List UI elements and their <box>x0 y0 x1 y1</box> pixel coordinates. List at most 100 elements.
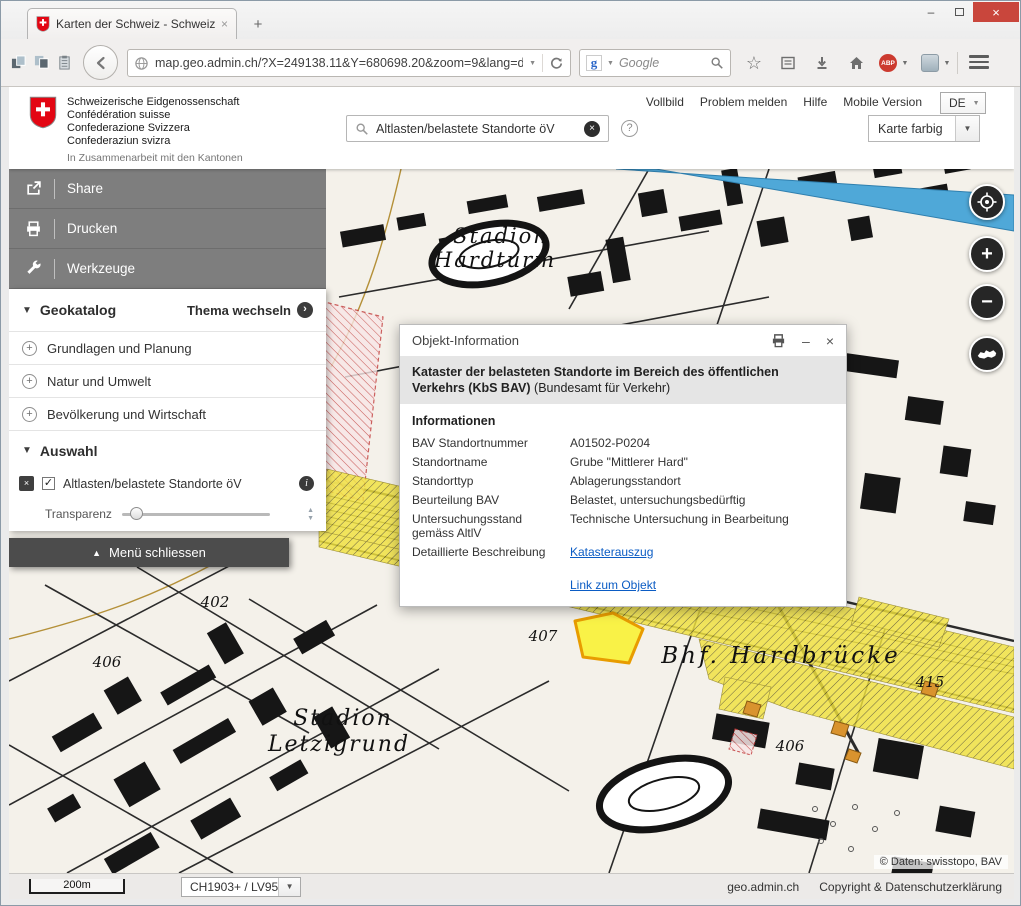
new-tab-button[interactable]: + <box>245 13 271 35</box>
tab-close-icon[interactable]: × <box>221 17 228 31</box>
object-link[interactable]: Link zum Objekt <box>570 578 656 592</box>
layer-reorder-buttons[interactable]: ▲ ▼ <box>307 507 314 522</box>
layer-info-icon[interactable]: i <box>299 476 314 491</box>
search-clear-icon[interactable]: × <box>584 121 600 137</box>
expand-plus-icon: + <box>22 341 37 356</box>
layer-remove-button[interactable]: × <box>19 476 34 491</box>
link-mobile-version[interactable]: Mobile Version <box>843 95 922 109</box>
selection-header[interactable]: ▼ Auswahl <box>9 430 326 470</box>
link-vollbild[interactable]: Vollbild <box>646 95 684 109</box>
browser-window: Karten der Schweiz - Schweize... × + – × <box>0 0 1021 906</box>
geocatalog-title: Geokatalog <box>40 302 187 318</box>
catalog-item-bevoelkerung[interactable]: + Bevölkerung und Wirtschaft <box>9 397 326 430</box>
popup-header[interactable]: Objekt-Information – × <box>400 325 846 356</box>
info-value: A01502-P0204 <box>570 436 834 450</box>
bookmarks-menu-icon[interactable] <box>777 52 799 74</box>
swiss-coat-of-arms <box>29 96 57 129</box>
url-text[interactable]: map.geo.admin.ch/?X=249138.11&Y=680698.2… <box>155 56 523 70</box>
engine-dropdown-icon[interactable]: ▼ <box>607 60 614 67</box>
layer-checkbox[interactable]: ✓ <box>42 477 55 490</box>
info-label: Standorttyp <box>412 474 564 488</box>
share-button[interactable]: Share <box>9 169 326 209</box>
catalog-panel: ▼ Geokatalog Thema wechseln › + Grundlag… <box>9 289 326 531</box>
search-help-icon[interactable]: ? <box>621 120 638 137</box>
close-menu-button[interactable]: ▲ Menü schliessen <box>9 538 289 567</box>
extension-dropdown-icon[interactable]: ▼ <box>941 52 953 74</box>
map-label-406b: 406 <box>775 737 805 755</box>
downloads-icon[interactable] <box>811 52 833 74</box>
catalog-item-grundlagen[interactable]: + Grundlagen und Planung <box>9 331 326 364</box>
popup-close-button[interactable]: × <box>826 333 834 349</box>
link-problem-melden[interactable]: Problem melden <box>700 95 787 109</box>
reorder-down-icon[interactable]: ▼ <box>307 515 314 522</box>
info-value: Link zum Objekt <box>570 578 834 592</box>
url-bar[interactable]: map.geo.admin.ch/?X=249138.11&Y=680698.2… <box>127 49 571 77</box>
bookmarks-list-icon <box>780 55 796 71</box>
tools-label: Werkzeuge <box>67 261 135 276</box>
window-controls: – × <box>917 2 1019 22</box>
geoadmin-link[interactable]: geo.admin.ch <box>727 880 799 894</box>
zoom-in-button[interactable]: + <box>969 236 1005 272</box>
change-theme-link[interactable]: Thema wechseln › <box>187 302 313 318</box>
footer-bar: 200m CH1903+ / LV95 ▼ geo.admin.ch Copyr… <box>9 873 1014 899</box>
katasterauszug-link[interactable]: Katasterauszug <box>570 545 653 559</box>
print-button[interactable]: Drucken <box>9 209 326 249</box>
zoom-out-button[interactable]: − <box>969 284 1005 320</box>
home-icon[interactable] <box>845 52 867 74</box>
back-button[interactable] <box>83 45 118 80</box>
header-links: Vollbild Problem melden Hilfe Mobile Ver… <box>646 95 922 109</box>
map-search-value[interactable]: Altlasten/belastete Standorte öV <box>376 122 577 136</box>
popup-minimize-button[interactable]: – <box>802 333 810 349</box>
logo-line-de: Schweizerische Eidgenossenschaft <box>67 96 239 109</box>
tools-button[interactable]: Werkzeuge <box>9 249 326 289</box>
close-menu-label: Menü schliessen <box>109 545 206 560</box>
google-engine-icon[interactable]: g <box>586 55 602 71</box>
theme-arrow-icon: › <box>297 302 313 318</box>
window-close-button[interactable]: × <box>973 2 1019 22</box>
logo-line-fr: Confédération suisse <box>67 109 239 122</box>
urlbar-dropdown-icon[interactable]: ▼ <box>529 60 536 67</box>
popup-print-button[interactable] <box>771 333 786 348</box>
menu-hamburger-icon[interactable] <box>969 55 989 69</box>
bookmark-star-icon[interactable]: ☆ <box>743 52 765 74</box>
catalog-item-natur[interactable]: + Natur und Umwelt <box>9 364 326 397</box>
printer-icon <box>25 220 42 237</box>
copyright-link[interactable]: Copyright & Datenschutzerklärung <box>819 880 1002 894</box>
map-attribution: © Daten: swisstopo, BAV <box>874 855 1008 869</box>
geolocate-icon <box>977 192 997 212</box>
ext-toolbar-icon-1[interactable] <box>11 55 26 70</box>
ext-toolbar-icon-3[interactable] <box>57 55 72 70</box>
language-select[interactable]: DE ▼ <box>940 92 986 114</box>
sidebar: Share Drucken Werkzeuge ▼ Geokat <box>9 169 326 567</box>
map-label-402: 402 <box>200 593 230 611</box>
search-placeholder[interactable]: Google <box>619 56 705 70</box>
reorder-up-icon[interactable]: ▲ <box>307 507 314 514</box>
link-hilfe[interactable]: Hilfe <box>803 95 827 109</box>
abp-badge: ABP <box>879 54 897 72</box>
reload-icon[interactable] <box>549 56 564 71</box>
adblock-dropdown-icon[interactable]: ▼ <box>899 52 911 74</box>
map-style-select[interactable]: Karte farbig ▼ <box>868 115 980 142</box>
change-theme-label: Thema wechseln <box>187 303 291 318</box>
geolocate-button[interactable] <box>969 184 1005 220</box>
slider-thumb[interactable] <box>130 507 143 520</box>
adblock-icon[interactable]: ABP <box>877 52 899 74</box>
ext-toolbar-icon-2[interactable] <box>34 55 49 70</box>
map-search-field[interactable]: Altlasten/belastete Standorte öV × <box>346 115 609 142</box>
info-label: BAV Standortnummer <box>412 436 564 450</box>
catalog-item-label: Natur und Umwelt <box>47 374 151 389</box>
projection-select[interactable]: CH1903+ / LV95 ▼ <box>181 877 301 897</box>
switzerland-extent-button[interactable] <box>969 336 1005 372</box>
extension-button[interactable] <box>919 52 941 74</box>
info-value: Technische Untersuchung in Bearbeitung <box>570 512 834 540</box>
map-search-magnifier-icon <box>355 122 369 136</box>
map-style-value: Karte farbig <box>869 122 955 136</box>
search-bar[interactable]: g ▼ Google <box>579 49 731 77</box>
search-magnifier-icon[interactable] <box>710 56 724 70</box>
window-minimize-button[interactable]: – <box>917 2 945 22</box>
transparency-slider[interactable] <box>122 507 270 521</box>
window-maximize-button[interactable] <box>945 2 973 22</box>
browser-tab[interactable]: Karten der Schweiz - Schweize... × <box>27 8 237 39</box>
geocatalog-header[interactable]: ▼ Geokatalog Thema wechseln › <box>9 289 326 331</box>
scale-bar: 200m <box>29 879 125 894</box>
